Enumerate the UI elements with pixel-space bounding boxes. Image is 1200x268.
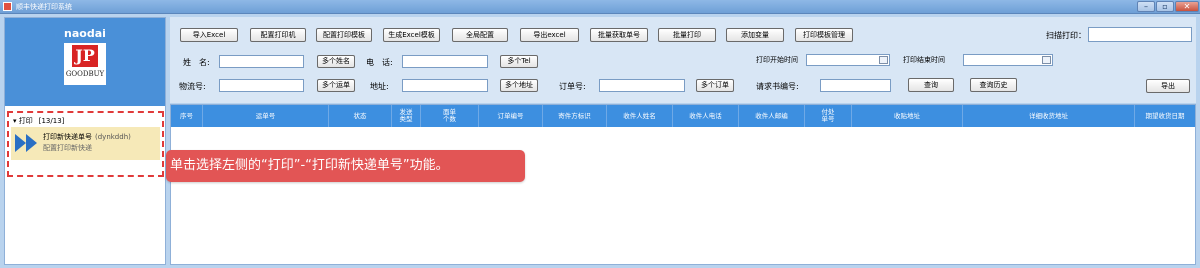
- address-input[interactable]: [402, 79, 488, 92]
- query-history-button[interactable]: 查询历史: [970, 78, 1017, 92]
- left-panel: naodai JP GOODBUY ▾ 打印 [13/13] 打印新快递单号 (dy…: [4, 17, 166, 265]
- name-input[interactable]: [219, 55, 304, 68]
- phone-label: 电 话:: [366, 58, 393, 67]
- config-template-button[interactable]: 配置打印模板: [316, 28, 372, 42]
- tutorial-callout: 单击选择左侧的“打印”-“打印新快递单号”功能。: [166, 150, 525, 182]
- order-input[interactable]: [599, 79, 685, 92]
- calendar-icon[interactable]: [879, 56, 888, 64]
- multi-order-button[interactable]: 多个订单: [696, 79, 734, 92]
- print-start-date[interactable]: [806, 54, 890, 66]
- nav-item-title-row: 打印新快递单号 (dynkddh): [43, 132, 131, 142]
- minimize-button[interactable]: –: [1137, 1, 1155, 12]
- print-start-label: 打印开始时间: [756, 56, 798, 64]
- query-button[interactable]: 查询: [908, 78, 954, 92]
- logistics-input[interactable]: [219, 79, 304, 92]
- logistics-label: 物流号:: [179, 82, 206, 91]
- nav-item-print-new-express[interactable]: 打印新快递单号 (dynkddh) 配置打印新快递: [11, 127, 160, 160]
- add-variable-button[interactable]: 添加变量: [726, 28, 784, 42]
- maximize-button[interactable]: ▫: [1156, 1, 1174, 12]
- config-printer-button[interactable]: 配置打印机: [250, 28, 306, 42]
- multi-tel-button[interactable]: 多个Tel: [500, 55, 538, 68]
- col-header[interactable]: 发送 类型: [392, 105, 421, 127]
- username: naodai: [64, 27, 106, 40]
- col-header[interactable]: 状态: [329, 105, 392, 127]
- print-end-label: 打印结束时间: [903, 56, 945, 64]
- user-header: naodai JP GOODBUY: [5, 18, 165, 106]
- company-logo: JP GOODBUY: [64, 43, 106, 85]
- global-config-button[interactable]: 全局配置: [452, 28, 508, 42]
- logo-brand: GOODBUY: [65, 70, 105, 78]
- col-header[interactable]: 寄件方标识: [543, 105, 607, 127]
- col-header[interactable]: 订单编号: [479, 105, 543, 127]
- export-button[interactable]: 导出: [1146, 79, 1190, 93]
- nav-group-header[interactable]: ▾ 打印 [13/13]: [13, 116, 64, 126]
- nav-item-code: (dynkddh): [95, 133, 131, 141]
- multi-address-button[interactable]: 多个地址: [500, 79, 538, 92]
- data-grid[interactable]: 序号 运单号 状态 发送 类型 面单 个数 订单编号 寄件方标识 收件人姓名 收…: [170, 104, 1196, 265]
- calendar-icon[interactable]: [1042, 56, 1051, 64]
- multi-name-button[interactable]: 多个姓名: [317, 55, 355, 68]
- nav-item-title: 打印新快递单号: [43, 133, 92, 141]
- scan-print-input[interactable]: [1088, 27, 1192, 42]
- import-excel-button[interactable]: 导入Excel: [180, 28, 238, 42]
- col-header[interactable]: 面单 个数: [421, 105, 479, 127]
- col-header[interactable]: 收件人邮编: [739, 105, 805, 127]
- close-button[interactable]: ✕: [1175, 1, 1199, 12]
- col-header[interactable]: 期望收货日期: [1135, 105, 1195, 127]
- print-end-date[interactable]: [963, 54, 1053, 66]
- gen-excel-template-button[interactable]: 生成Excel模板: [383, 28, 440, 42]
- request-number-input[interactable]: [820, 79, 891, 92]
- address-label: 地址:: [370, 82, 389, 91]
- grid-header: 序号 运单号 状态 发送 类型 面单 个数 订单编号 寄件方标识 收件人姓名 收…: [171, 105, 1195, 127]
- request-number-label: 请求书编号:: [756, 82, 799, 91]
- order-label: 订单号:: [559, 82, 586, 91]
- nav-item-subtitle: 配置打印新快递: [43, 144, 92, 152]
- nav-group-count: [13/13]: [38, 117, 65, 125]
- nav-group-print[interactable]: ▾ 打印 [13/13] 打印新快递单号 (dynkddh) 配置打印新快递: [7, 111, 164, 177]
- scan-print-label: 扫描打印：: [1046, 31, 1086, 40]
- app-icon: [3, 2, 12, 11]
- col-header[interactable]: 序号: [171, 105, 203, 127]
- export-excel-button[interactable]: 导出excel: [520, 28, 579, 42]
- multi-waybill-button[interactable]: 多个运单: [317, 79, 355, 92]
- col-header[interactable]: 收件人电话: [673, 105, 739, 127]
- batch-print-button[interactable]: 批量打印: [658, 28, 716, 42]
- window-title: 顺丰快递打印系统: [16, 3, 72, 11]
- col-header[interactable]: 运单号: [203, 105, 329, 127]
- title-bar: 顺丰快递打印系统 – ▫ ✕: [0, 0, 1200, 14]
- phone-input[interactable]: [402, 55, 488, 68]
- col-header[interactable]: 收件人姓名: [607, 105, 673, 127]
- print-template-mgmt-button[interactable]: 打印模板管理: [795, 28, 853, 42]
- nav-group-label: 打印: [18, 117, 33, 125]
- batch-get-number-button[interactable]: 批量获取单号: [590, 28, 648, 42]
- col-header[interactable]: 详细收货地址: [963, 105, 1135, 127]
- col-header[interactable]: 收贴地址: [852, 105, 963, 127]
- double-arrow-icon: [14, 132, 40, 154]
- col-header[interactable]: 付处 单号: [805, 105, 852, 127]
- logo-mark: JP: [72, 45, 98, 67]
- name-label: 姓 名:: [183, 58, 210, 67]
